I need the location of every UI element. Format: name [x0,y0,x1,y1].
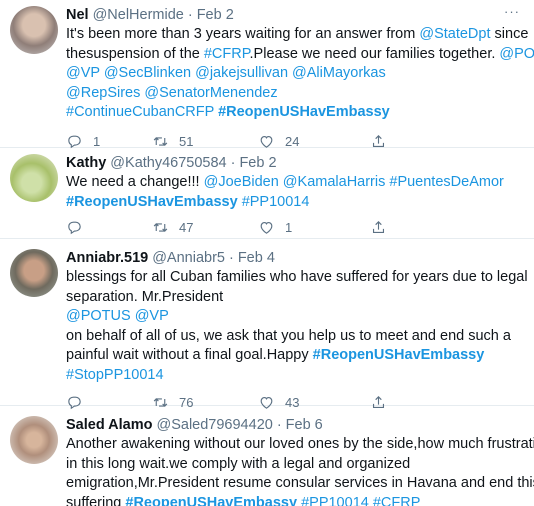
author-handle[interactable]: @Kathy46750584 [110,154,226,173]
mention-or-hashtag-link[interactable]: #PP10014 #CFRP [297,495,420,506]
separator-dot: · [187,7,193,23]
mention-or-hashtag-link[interactable]: @StateDpt [419,26,490,42]
author-handle[interactable]: @Anniabr5 [152,249,225,268]
tweet-text-segment: suffering [66,494,126,506]
tweet[interactable]: Nel @NelHermide · Feb 2 ··· It's been mo… [0,0,534,149]
tweet-header: Kathy @Kathy46750584 · Feb 2 [66,154,510,173]
like-icon [260,221,273,234]
tweet-header: Nel @NelHermide · Feb 2 [66,6,510,25]
tweet-text-segment: since [490,26,529,42]
retweet-icon [153,222,168,232]
tweet-text-line: on behalf of all of us, we ask that you … [66,327,511,347]
tweet-text: blessings for all Cuban families who hav… [66,268,528,386]
tweet-text-line: in this long wait.we comply with a legal… [66,455,510,475]
tweet-text-segment: thesuspension of the [66,45,204,62]
reply-icon [68,221,81,234]
tweet-text-segment: in this long wait.we comply with a legal… [66,455,411,472]
tweet-feed: Nel @NelHermide · Feb 2 ··· It's been mo… [0,0,534,506]
avatar[interactable] [10,6,58,54]
like-count: 1 [285,219,293,235]
tweet-text-segment: emigration,Mr.President resume consular … [66,475,534,491]
mention-or-hashtag-link[interactable]: #ContinueCubanCRFP [66,104,218,120]
mention-or-hashtag-link[interactable]: @POTUS [499,46,534,62]
reply-count: 1 [93,134,101,149]
hashtag-link[interactable]: #ReopenUSHavEmbassy [125,495,297,506]
tweet-text-segment: .Please we need our families together. [249,45,500,62]
like-button[interactable]: 1 [258,219,370,236]
avatar[interactable] [10,249,58,297]
tweet-text-segment: separation. Mr.President [66,288,224,305]
tweet-text: Another awakening without our loved ones… [66,435,534,506]
tweet-text-line: @VP @SecBlinken @jakejsullivan @AliMayor… [66,64,510,84]
tweet-text-segment: We need a change!!! [66,174,204,190]
tweet[interactable]: Anniabr.519 @Anniabr5 · Feb 4 blessings … [0,239,534,410]
author-handle[interactable]: @NelHermide [93,6,184,25]
separator-dot: · [230,155,236,171]
mention-or-hashtag-link[interactable]: #StopPP10014 [66,367,164,383]
tweet-text-line: #ContinueCubanCRFP #ReopenUSHavEmbassy [66,103,510,123]
mention-or-hashtag-link[interactable]: #PP10014 [238,194,310,210]
author-handle[interactable]: @Saled79694420 [157,416,273,435]
tweet-date[interactable]: Feb 4 [238,249,275,268]
retweet-count: 47 [179,219,194,235]
tweet-text-segment: Another awakening without our loved ones… [66,436,534,452]
hashtag-link[interactable]: #ReopenUSHavEmbassy [313,347,485,363]
hashtag-link[interactable]: #ReopenUSHavEmbassy [218,104,390,120]
tweet-text-line: blessings for all Cuban families who hav… [66,268,528,288]
author-name[interactable]: Nel [66,6,89,25]
tweet-text: It's been more than 3 years waiting for … [66,25,534,123]
hashtag-link[interactable]: #ReopenUSHavEmbassy [66,194,238,210]
tweet-text-segment: blessings for all Cuban families who hav… [66,269,528,285]
separator-dot: · [276,417,282,433]
avatar[interactable] [10,154,58,202]
tweet-text-segment: painful wait without a final goal.Happy [66,347,313,363]
tweet-text-line: It's been more than 3 years waiting for … [66,25,528,45]
tweet-text-line: thesuspension of the #CFRP.Please we nee… [66,45,534,65]
tweet-text-line: suffering #ReopenUSHavEmbassy #PP10014 #… [66,494,510,506]
mention-or-hashtag-link[interactable]: #CFRP [204,46,250,62]
tweet-date[interactable]: Feb 2 [239,154,276,173]
tweet-text-line: @RepSires @SenatorMenendez [66,84,510,104]
separator-dot: · [228,250,234,266]
tweet-date[interactable]: Feb 2 [197,6,234,25]
author-name[interactable]: Saled Alamo [66,416,153,435]
tweet-text-line: #ReopenUSHavEmbassy #PP10014 [66,193,510,213]
tweet[interactable]: Saled Alamo @Saled79694420 · Feb 6 Anoth… [0,406,534,506]
reply-button[interactable] [66,219,152,236]
mention-or-hashtag-link[interactable]: @JoeBiden @KamalaHarris #PuentesDeAmor [204,174,504,190]
mention-or-hashtag-link[interactable]: @POTUS @VP [66,308,169,324]
more-icon[interactable]: ··· [504,4,520,19]
mention-or-hashtag-link[interactable]: @VP @SecBlinken @jakejsullivan @AliMayor… [66,65,386,81]
tweet[interactable]: Kathy @Kathy46750584 · Feb 2 We need a c… [0,148,534,239]
tweet-text-line: We need a change!!! @JoeBiden @KamalaHar… [66,173,510,193]
retweet-count: 51 [179,134,194,149]
tweet-text-line: @POTUS @VP [66,307,510,327]
mention-or-hashtag-link[interactable]: @RepSires @SenatorMenendez [66,85,278,101]
like-count: 24 [285,134,300,149]
author-name[interactable]: Kathy [66,154,106,173]
retweet-button[interactable]: 47 [152,219,258,236]
tweet-header: Anniabr.519 @Anniabr5 · Feb 4 [66,249,510,268]
tweet-text-segment: on behalf of all of us, we ask that you … [66,327,511,344]
tweet-text-line: Another awakening without our loved ones… [66,435,534,455]
tweet-text-line: separation. Mr.President [66,288,510,308]
tweet-header: Saled Alamo @Saled79694420 · Feb 6 [66,416,510,435]
share-button[interactable] [370,219,397,236]
tweet-text-segment: It's been more than 3 years waiting for … [66,26,420,42]
tweet-actions: 47 1 [66,216,510,238]
share-icon [372,220,385,233]
avatar[interactable] [10,416,58,464]
tweet-date[interactable]: Feb 6 [286,416,323,435]
tweet-text: We need a change!!! @JoeBiden @KamalaHar… [66,173,510,212]
tweet-text-line: painful wait without a final goal.Happy … [66,346,510,366]
tweet-text-line: emigration,Mr.President resume consular … [66,474,534,494]
tweet-text-line: #StopPP10014 [66,366,510,386]
author-name[interactable]: Anniabr.519 [66,249,148,268]
